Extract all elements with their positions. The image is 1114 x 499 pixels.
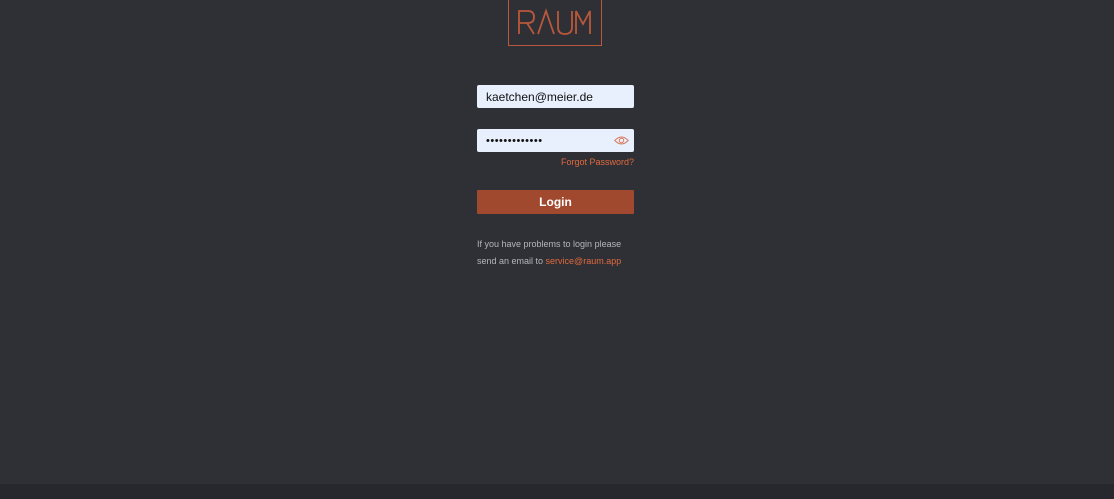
help-line-1: If you have problems to login please	[477, 239, 622, 249]
forgot-password-link[interactable]: Forgot Password?	[561, 157, 634, 167]
help-line-2: send an email to service@raum.app	[477, 253, 647, 270]
password-field[interactable]	[477, 129, 605, 152]
raum-logo-mark	[518, 8, 591, 35]
help-text: If you have problems to login please sen…	[477, 236, 647, 270]
email-field-container	[477, 85, 634, 108]
help-line-2-prefix: send an email to	[477, 256, 546, 266]
password-field-container	[477, 129, 634, 152]
footer-bar	[0, 484, 1114, 499]
raum-logo	[508, 0, 602, 46]
login-button[interactable]: Login	[477, 190, 634, 214]
login-page: Forgot Password? Login If you have probl…	[0, 0, 1114, 484]
service-email-link[interactable]: service@raum.app	[546, 256, 622, 266]
eye-icon[interactable]	[614, 135, 629, 146]
email-field[interactable]	[477, 85, 634, 108]
